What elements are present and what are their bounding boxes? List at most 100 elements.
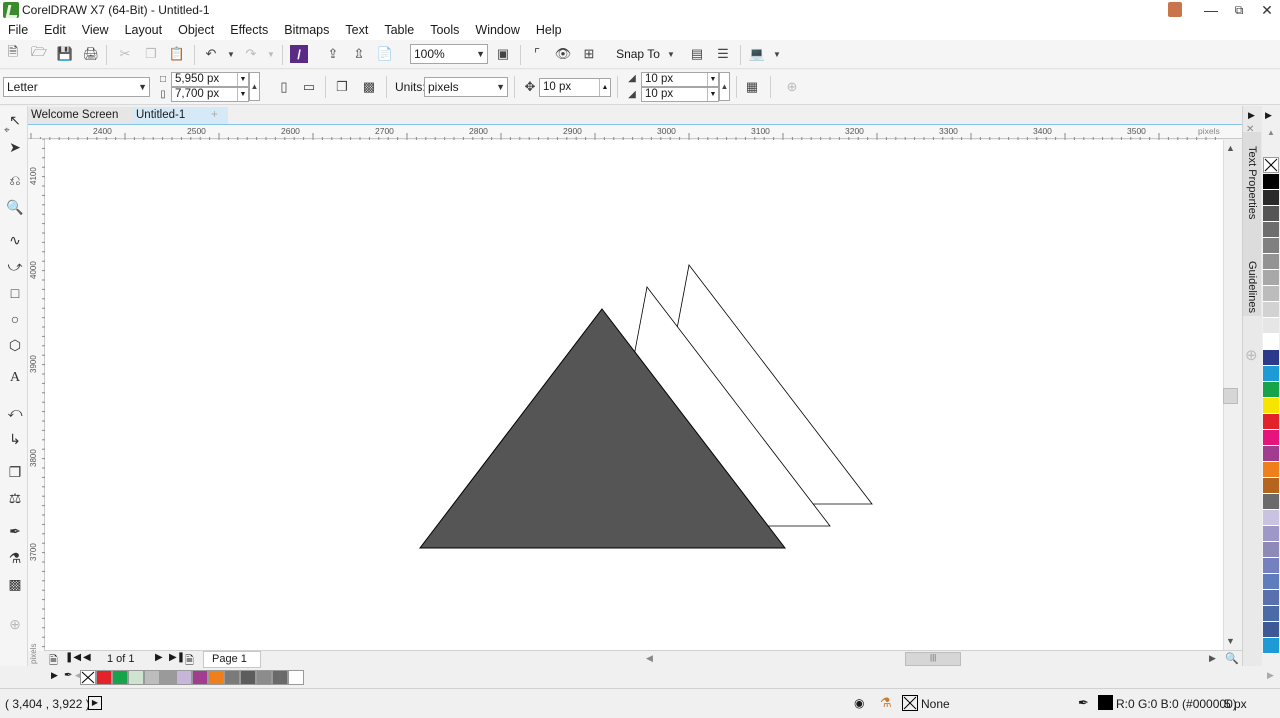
menu-view[interactable]: View: [74, 20, 117, 40]
doc-color-swatch[interactable]: [112, 670, 128, 685]
menu-object[interactable]: Object: [170, 20, 222, 40]
color-swatch[interactable]: [1263, 430, 1279, 446]
color-swatch[interactable]: [1263, 574, 1279, 590]
doc-color-swatch[interactable]: [176, 670, 192, 685]
paste-icon[interactable]: 📋: [168, 45, 186, 63]
freehand-tool-icon[interactable]: ∿: [5, 230, 25, 250]
doc-color-swatch[interactable]: [96, 670, 112, 685]
add-tool-icon[interactable]: ⊕: [5, 614, 25, 634]
drop-shadow-tool-icon[interactable]: ❐: [5, 462, 25, 482]
color-swatch[interactable]: [1263, 190, 1279, 206]
chevron-down-icon[interactable]: ▼: [237, 73, 248, 86]
doc-color-swatch[interactable]: [256, 670, 272, 685]
search-content-icon[interactable]: /: [290, 45, 308, 63]
color-swatch[interactable]: [1263, 366, 1279, 382]
color-swatch[interactable]: [1263, 462, 1279, 478]
chevron-down-icon[interactable]: ▼: [237, 88, 248, 101]
page-tab[interactable]: Page 1: [203, 651, 261, 668]
vertical-scroll-thumb[interactable]: [1223, 388, 1238, 404]
doc-color-swatch[interactable]: [224, 670, 240, 685]
scroll-left-icon[interactable]: ◀: [646, 653, 653, 664]
current-page-icon[interactable]: ▩: [360, 78, 378, 96]
color-swatch[interactable]: [1263, 510, 1279, 526]
print-icon[interactable]: 🖨: [82, 45, 100, 63]
menu-file[interactable]: File: [0, 20, 36, 40]
menu-window[interactable]: Window: [467, 20, 527, 40]
add-tab-icon[interactable]: +: [208, 107, 222, 124]
color-swatch[interactable]: [1263, 382, 1279, 398]
scroll-up-icon[interactable]: ▲: [1226, 143, 1235, 153]
color-swatch[interactable]: [1263, 638, 1279, 654]
status-expand-icon[interactable]: ▶: [88, 696, 102, 710]
doc-color-swatch[interactable]: [192, 670, 208, 685]
doc-palette-scroll-right-icon[interactable]: ▶: [1267, 670, 1274, 681]
color-swatch[interactable]: [1263, 398, 1279, 414]
doc-color-swatch[interactable]: [144, 670, 160, 685]
color-swatch[interactable]: [1263, 222, 1279, 238]
color-swatch[interactable]: [1263, 622, 1279, 638]
save-icon[interactable]: 💾: [56, 45, 74, 63]
close-button[interactable]: ✕: [1252, 0, 1280, 20]
new-document-icon[interactable]: 🗎: [4, 44, 22, 63]
scroll-down-icon[interactable]: ▼: [1226, 636, 1235, 646]
last-page-icon[interactable]: ▶❚: [169, 652, 185, 663]
palette-scroll-up-icon[interactable]: ▲: [1267, 128, 1275, 137]
show-grid-icon[interactable]: 👁: [554, 45, 572, 63]
no-color-swatch[interactable]: [1263, 157, 1279, 173]
previous-page-icon[interactable]: ◀: [83, 652, 91, 663]
doc-palette-menu-icon[interactable]: ▶: [51, 670, 58, 681]
application-launcher-icon[interactable]: 💻: [748, 45, 766, 63]
export-icon[interactable]: ⇫: [350, 45, 368, 63]
portrait-icon[interactable]: ▯: [275, 78, 293, 96]
chevron-down-icon[interactable]: ▲: [599, 79, 610, 96]
menu-bitmaps[interactable]: Bitmaps: [276, 20, 337, 40]
smart-fill-tool-icon[interactable]: ▩: [5, 574, 25, 594]
color-swatch[interactable]: [1263, 302, 1279, 318]
nudge-distance-field[interactable]: 10 px ▲: [539, 78, 611, 97]
color-swatch[interactable]: [1263, 414, 1279, 430]
menu-edit[interactable]: Edit: [36, 20, 74, 40]
doc-no-color-swatch[interactable]: [80, 670, 96, 685]
color-swatch[interactable]: [1263, 334, 1279, 350]
menu-layout[interactable]: Layout: [117, 20, 171, 40]
text-tool-icon[interactable]: A: [5, 368, 25, 388]
add-docker-icon[interactable]: ⊕: [1245, 346, 1258, 364]
color-swatch[interactable]: [1263, 318, 1279, 334]
docker-tab-guidelines[interactable]: Guidelines: [1243, 241, 1261, 313]
color-swatch[interactable]: [1263, 558, 1279, 574]
color-swatch[interactable]: [1263, 174, 1279, 190]
all-pages-icon[interactable]: ❐: [333, 78, 351, 96]
snap-to-dropdown-icon[interactable]: ▼: [662, 45, 680, 63]
zoom-level-select[interactable]: 100% ▼: [410, 44, 488, 64]
ruler-origin-icon[interactable]: ⌖: [4, 125, 10, 136]
drawing-canvas[interactable]: [45, 140, 1223, 650]
minimize-button[interactable]: —: [1196, 0, 1226, 20]
redo-dropdown-icon[interactable]: ▼: [262, 45, 280, 63]
horizontal-ruler[interactable]: ⌖ 2400 2500 2600 2700 2800 2900 3000 310…: [4, 124, 1242, 140]
duplicate-distance-y-field[interactable]: 10 px ▼: [641, 87, 719, 102]
restore-button[interactable]: ⧉: [1224, 0, 1254, 20]
color-swatch[interactable]: [1263, 478, 1279, 494]
palette-menu-icon[interactable]: ▶: [1265, 110, 1272, 121]
polygon-tool-icon[interactable]: ⬡: [5, 335, 25, 355]
docker-expand-icon[interactable]: ▶: [1248, 110, 1255, 121]
import-icon[interactable]: ⇪: [324, 45, 342, 63]
color-swatch[interactable]: [1263, 238, 1279, 254]
user-account-icon[interactable]: [1168, 2, 1182, 17]
menu-table[interactable]: Table: [376, 20, 422, 40]
color-swatch[interactable]: [1263, 606, 1279, 622]
page-size-select[interactable]: Letter ▼: [3, 77, 150, 97]
eyedropper-tool-icon[interactable]: ✒: [5, 521, 25, 541]
rectangle-tool-icon[interactable]: □: [5, 283, 25, 303]
color-swatch[interactable]: [1263, 286, 1279, 302]
shape-tool-icon[interactable]: ➤: [5, 137, 25, 157]
doc-color-swatch[interactable]: [288, 670, 304, 685]
treat-as-filled-icon[interactable]: ▦: [743, 78, 761, 96]
ellipse-tool-icon[interactable]: ○: [5, 309, 25, 329]
copy-icon[interactable]: ❐: [142, 45, 160, 63]
menu-effects[interactable]: Effects: [222, 20, 276, 40]
horizontal-scroll-thumb[interactable]: |||: [905, 652, 961, 666]
color-swatch[interactable]: [1263, 526, 1279, 542]
menu-tools[interactable]: Tools: [422, 20, 467, 40]
duplicate-distance-x-field[interactable]: 10 px ▼: [641, 72, 719, 87]
